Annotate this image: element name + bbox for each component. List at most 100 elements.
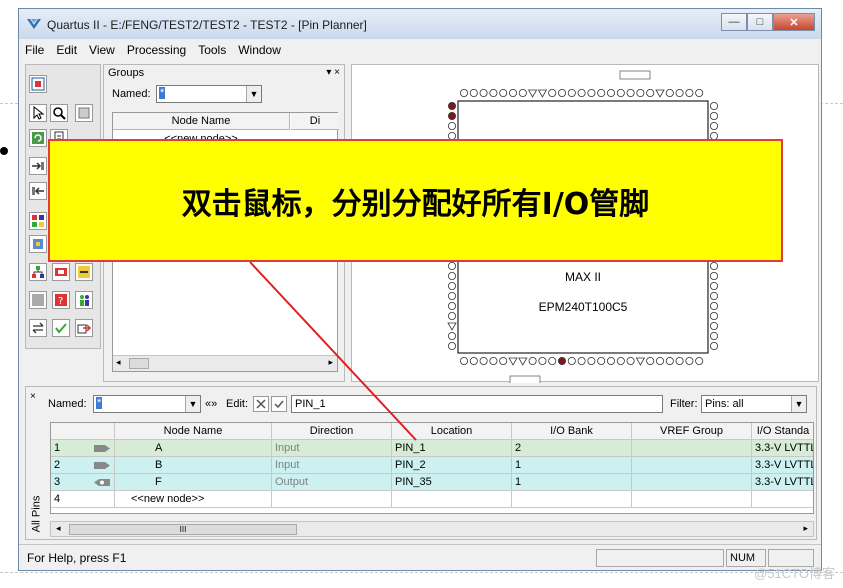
io-bank-cell[interactable]: [512, 491, 632, 508]
chip-pin[interactable]: [448, 291, 457, 300]
scroll-right-icon[interactable]: ▸: [803, 523, 808, 534]
chip-pin[interactable]: [685, 88, 694, 97]
chip-pin[interactable]: [489, 356, 498, 365]
table-row[interactable]: 1: [51, 440, 115, 457]
node-name-cell[interactable]: A: [115, 440, 272, 457]
groups-col-node-name[interactable]: Node Name: [113, 113, 290, 130]
node-finder-icon[interactable]: [52, 263, 70, 281]
chip-pin[interactable]: [537, 89, 548, 98]
vref-cell[interactable]: [632, 474, 752, 491]
chip-pin[interactable]: [636, 88, 645, 97]
pin-planner-icon[interactable]: [29, 75, 47, 93]
pin-out-icon[interactable]: [29, 182, 47, 200]
direction-cell[interactable]: Input: [272, 440, 392, 457]
chip-pin[interactable]: [709, 301, 718, 310]
groups-col-direction[interactable]: Di: [291, 113, 339, 130]
chip-pin[interactable]: [577, 88, 586, 97]
diff-pair-icon[interactable]: [29, 291, 47, 309]
chip-pin[interactable]: [665, 356, 674, 365]
swap-icon[interactable]: [29, 319, 47, 337]
chip-pin[interactable]: [567, 88, 576, 97]
col-header-location[interactable]: Location: [392, 423, 512, 440]
check-icon[interactable]: [52, 319, 70, 337]
direction-cell[interactable]: Output: [272, 474, 392, 491]
chevron-down-icon[interactable]: ▼: [246, 86, 261, 102]
col-header-direction[interactable]: Direction: [272, 423, 392, 440]
chip-pin[interactable]: [695, 356, 704, 365]
chip-pin[interactable]: [448, 281, 457, 290]
chip-pin[interactable]: [616, 88, 625, 97]
accept-edit-icon[interactable]: [271, 396, 287, 412]
chip-pin[interactable]: [447, 322, 457, 331]
chip-pin[interactable]: [448, 301, 457, 310]
menu-file[interactable]: File: [25, 43, 44, 57]
io-standard-cell[interactable]: 3.3-V LVTTL (de: [752, 440, 813, 457]
chip-pin[interactable]: [528, 356, 537, 365]
hierarchy-icon[interactable]: [29, 263, 47, 281]
chip-pin[interactable]: [587, 88, 596, 97]
minimize-button[interactable]: —: [721, 13, 747, 31]
chip-pin[interactable]: [460, 356, 469, 365]
color-legend-icon[interactable]: [29, 212, 47, 230]
table-row[interactable]: 2: [51, 457, 115, 474]
refresh-icon[interactable]: [29, 129, 47, 147]
chip-pin[interactable]: [538, 356, 547, 365]
io-bank-cell[interactable]: 1: [512, 457, 632, 474]
direction-cell[interactable]: [272, 491, 392, 508]
chip-pin[interactable]: [709, 102, 718, 111]
chip-pin[interactable]: [448, 102, 457, 111]
location-cell[interactable]: PIN_1: [392, 440, 512, 457]
scroll-left-icon[interactable]: ◂: [56, 523, 61, 534]
chip-pin[interactable]: [695, 88, 704, 97]
chip-pin[interactable]: [469, 356, 478, 365]
all-pins-tab[interactable]: All Pins: [28, 487, 44, 541]
io-standard-cell[interactable]: [752, 491, 813, 508]
menu-view[interactable]: View: [89, 43, 115, 57]
chip-pin[interactable]: [646, 88, 655, 97]
chip-pin[interactable]: [675, 356, 684, 365]
chip-pin[interactable]: [709, 321, 718, 330]
maximize-button[interactable]: □: [747, 13, 773, 31]
expand-chevrons-icon[interactable]: «»: [205, 398, 217, 410]
chip-pin[interactable]: [448, 261, 457, 270]
chip-pin[interactable]: [557, 88, 566, 97]
chip-pin[interactable]: [518, 357, 528, 366]
chip-pin[interactable]: [709, 341, 718, 350]
chip-pin[interactable]: [567, 356, 576, 365]
chip-pin[interactable]: [518, 88, 527, 97]
chip-pin[interactable]: [655, 89, 665, 98]
chip-pin[interactable]: [548, 88, 557, 97]
scroll-thumb[interactable]: [129, 358, 149, 369]
chip-pin[interactable]: [587, 356, 596, 365]
chip-pin[interactable]: [448, 112, 457, 121]
menu-processing[interactable]: Processing: [127, 43, 186, 57]
cancel-edit-icon[interactable]: [253, 396, 269, 412]
chip-pin[interactable]: [460, 88, 469, 97]
io-bank-cell[interactable]: 1: [512, 474, 632, 491]
chip-pin[interactable]: [709, 291, 718, 300]
col-header-io-bank[interactable]: I/O Bank: [512, 423, 632, 440]
chip-pin[interactable]: [548, 356, 557, 365]
io-standard-cell[interactable]: 3.3-V LVTTL (de: [752, 474, 813, 491]
select-pointer-icon[interactable]: [29, 104, 47, 122]
location-cell[interactable]: [392, 491, 512, 508]
assign-icon[interactable]: [75, 263, 93, 281]
chip-pin[interactable]: [709, 311, 718, 320]
chip-pin[interactable]: [709, 122, 718, 131]
scroll-right-icon[interactable]: ▸: [328, 357, 333, 368]
io-standard-cell[interactable]: 3.3-V LVTTL (de: [752, 457, 813, 474]
location-cell[interactable]: PIN_35: [392, 474, 512, 491]
chip-pin[interactable]: [499, 356, 508, 365]
chip-pin[interactable]: [479, 356, 488, 365]
chip-pin[interactable]: [626, 356, 635, 365]
vref-cell[interactable]: [632, 491, 752, 508]
node-name-cell[interactable]: B: [115, 457, 272, 474]
location-cell[interactable]: PIN_2: [392, 457, 512, 474]
chip-pin[interactable]: [709, 281, 718, 290]
zoom-icon[interactable]: [50, 104, 68, 122]
col-header-vref-group[interactable]: VREF Group: [632, 423, 752, 440]
new-node-cell[interactable]: <<new node>>: [115, 491, 272, 508]
chip-pin[interactable]: [675, 88, 684, 97]
vref-cell[interactable]: [632, 457, 752, 474]
close-button[interactable]: ✕: [773, 13, 815, 31]
